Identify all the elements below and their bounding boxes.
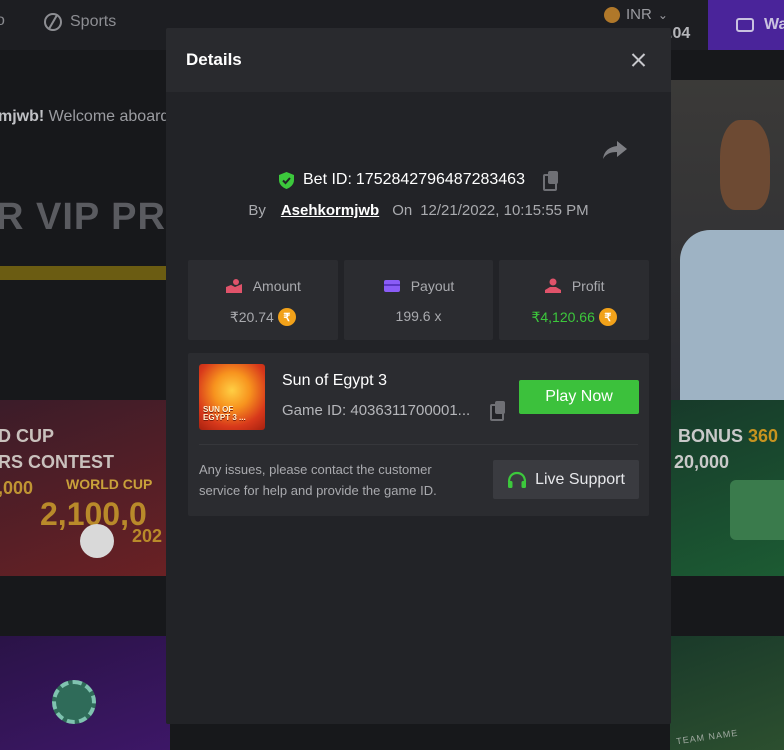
casino-banner[interactable] <box>0 636 170 750</box>
stat-profit: Profit ₹4,120.66 ₹ <box>499 260 650 340</box>
copy-game-id-icon[interactable] <box>490 401 506 421</box>
modal-title: Details <box>186 50 242 69</box>
headset-icon <box>507 471 527 488</box>
player-head <box>720 120 770 210</box>
nav-sports[interactable]: Sports <box>44 13 116 31</box>
player-shirt <box>680 230 784 400</box>
amount-icon <box>225 279 242 293</box>
bonus-promo-banner[interactable]: BONUS 360 20,000 <box>670 400 784 576</box>
stat-payout: Payout 199.6 x <box>343 260 494 340</box>
close-icon[interactable] <box>627 48 651 72</box>
support-message: Any issues, please contact the customer … <box>199 462 437 498</box>
bet-stats: Amount ₹20.74 ₹ Payout 199.6 x Profit ₹4… <box>188 260 650 340</box>
nav-item-partial[interactable]: o <box>0 12 5 30</box>
stat-profit-value: ₹4,120.66 <box>531 308 595 325</box>
stat-payout-value: 199.6 x <box>395 308 442 324</box>
details-modal: Details Bet ID: 1752842796487283463 By A… <box>166 28 671 724</box>
wallet-icon <box>736 18 754 32</box>
on-label: On <box>392 202 413 219</box>
team-name-label: TEAM NAME <box>675 727 739 747</box>
bet-date: 12/21/2022, 10:15:55 PM <box>420 202 589 219</box>
game-card: SUN OF EGYPT 3 ... Sun of Egypt 3 Game I… <box>188 353 649 516</box>
play-now-button[interactable]: Play Now <box>519 380 639 414</box>
bonus-value: 360 <box>748 426 779 446</box>
wallet-label: Wa <box>764 16 784 33</box>
bet-id-value: 1752842796487283463 <box>355 171 525 188</box>
casino-chip-icon <box>52 680 96 724</box>
game-name: Sun of Egypt 3 <box>282 372 387 389</box>
currency-selector[interactable]: INR ⌄ <box>604 6 668 23</box>
chevron-down-icon: ⌄ <box>657 7 668 22</box>
bonus-label: BONUS <box>678 426 744 446</box>
promo-line-3: ,000 <box>0 478 34 498</box>
bonus-line-1: BONUS 360 <box>678 426 778 447</box>
nav-sports-label: Sports <box>70 13 117 30</box>
modal-header: Details <box>166 28 671 92</box>
bet-meta-row: By Asehkormjwb On 12/21/2022, 10:15:55 P… <box>166 202 671 219</box>
stat-amount-value: ₹20.74 <box>229 308 274 325</box>
bonus-line-2: 20,000 <box>674 452 730 472</box>
live-support-button[interactable]: Live Support <box>493 460 639 499</box>
welcome-message: mjwb! Welcome aboard <box>0 108 169 126</box>
username-link[interactable]: Asehkormjwb <box>281 202 379 219</box>
sports-ball-icon <box>44 13 62 31</box>
stat-profit-label: Profit <box>571 278 605 294</box>
balance-value: .04 <box>668 25 691 42</box>
by-label: By <box>248 202 266 219</box>
verified-shield-icon <box>279 171 294 189</box>
team-banner[interactable]: TEAM NAME <box>670 636 784 750</box>
live-support-label: Live Support <box>535 470 625 488</box>
wallet-icon <box>383 280 400 292</box>
cash-stack-icon <box>730 480 784 540</box>
promo-line-2: RS CONTEST <box>0 452 115 472</box>
football-icon <box>80 524 114 558</box>
coin-icon <box>604 6 620 23</box>
stat-amount-label: Amount <box>252 278 301 294</box>
game-thumbnail[interactable]: SUN OF EGYPT 3 ... <box>199 364 265 430</box>
world-cup-promo-banner[interactable]: D CUP RS CONTEST ,000 WORLD CUP 2,100,0 … <box>0 400 170 576</box>
divider <box>199 444 638 445</box>
stat-payout-label: Payout <box>410 278 455 294</box>
profit-icon <box>544 278 561 293</box>
promo-line-1: D CUP <box>0 426 55 446</box>
thumbnail-text-line-2: EGYPT 3 ... <box>203 413 246 422</box>
promo-year: 202 <box>132 526 163 546</box>
rupee-coin-icon: ₹ <box>277 308 296 326</box>
vip-progress-bar <box>0 266 170 280</box>
bet-id-row: Bet ID: 1752842796487283463 <box>166 171 671 191</box>
welcome-username: mjwb! <box>0 108 45 125</box>
wallet-button[interactable]: Wa <box>708 0 784 50</box>
game-id: Game ID: 4036311700001... <box>282 401 471 419</box>
rupee-coin-icon: ₹ <box>598 308 617 326</box>
promo-badge: WORLD CUP <box>66 476 153 492</box>
stat-amount: Amount ₹20.74 ₹ <box>188 260 338 340</box>
hero-image <box>670 80 784 400</box>
game-id-row: Game ID: 4036311700001... <box>282 401 506 421</box>
bet-id-label: Bet ID: <box>303 171 352 188</box>
copy-bet-id-icon[interactable] <box>542 171 559 191</box>
currency-label: INR <box>626 6 652 23</box>
thumbnail-text: SUN OF EGYPT 3 ... <box>203 406 246 422</box>
share-icon[interactable] <box>602 139 628 161</box>
welcome-text: Welcome aboard <box>44 108 170 125</box>
